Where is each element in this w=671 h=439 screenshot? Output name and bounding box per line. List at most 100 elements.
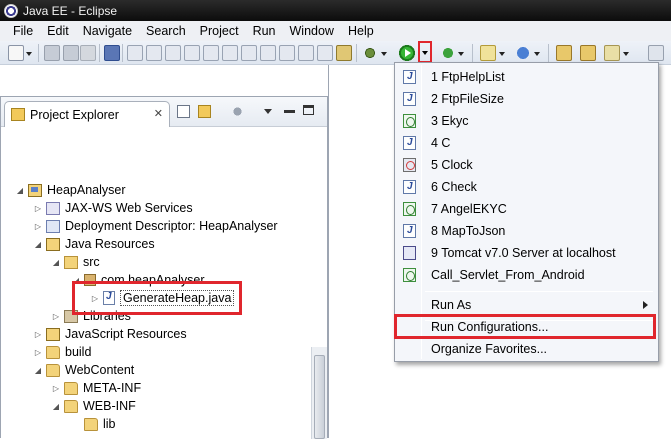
android-app-icon xyxy=(403,202,416,216)
chevron-down-icon[interactable] xyxy=(264,105,273,118)
collapsed-twisty-icon[interactable]: ▷ xyxy=(33,204,43,213)
open-console-icon[interactable] xyxy=(104,45,120,61)
run-icon[interactable] xyxy=(399,45,415,61)
next-annotation-icon[interactable] xyxy=(648,45,664,61)
tree-item-java-resources[interactable]: ◢ Java Resources xyxy=(33,235,155,253)
tree-item-jax-ws[interactable]: ▷ JAX-WS Web Services xyxy=(33,199,193,217)
tree-item-heapanalyser[interactable]: ◢ HeapAnalyser xyxy=(15,181,126,199)
external-tools-icon[interactable] xyxy=(317,45,333,61)
save-icon[interactable] xyxy=(44,45,60,61)
server-icon[interactable] xyxy=(336,45,352,61)
menu-item-angelekyc[interactable]: 7 AngelEKYC xyxy=(397,198,656,220)
close-icon[interactable]: ✕ xyxy=(154,107,163,120)
menu-item-run-as[interactable]: Run As xyxy=(397,294,656,316)
expanded-twisty-icon[interactable]: ◢ xyxy=(33,240,43,249)
vertical-scrollbar[interactable] xyxy=(311,347,327,439)
menu-window[interactable]: Window xyxy=(283,24,341,38)
new-icon[interactable] xyxy=(8,45,24,61)
menu-item-call-servlet-from-android[interactable]: Call_Servlet_From_Android xyxy=(397,264,656,286)
tomcat-server-icon xyxy=(403,246,416,260)
new-class-icon[interactable] xyxy=(515,45,531,61)
debug-icon[interactable] xyxy=(362,45,378,61)
source-folder-icon xyxy=(64,255,78,269)
tree-item-build[interactable]: ▷ build xyxy=(33,343,92,361)
step-over-icon[interactable] xyxy=(241,45,257,61)
new-dropdown-icon[interactable] xyxy=(26,45,33,61)
new-project-dropdown-icon[interactable] xyxy=(499,45,506,61)
menu-item-tomcat-server[interactable]: 9 Tomcat v7.0 Server at localhost xyxy=(397,242,656,264)
coverage-dropdown-icon[interactable] xyxy=(458,45,465,61)
tree-item-webcontent[interactable]: ◢ WebContent xyxy=(33,361,134,379)
folder-icon xyxy=(64,381,78,395)
menu-item-ftpfilesize[interactable]: 2 FtpFileSize xyxy=(397,88,656,110)
menu-separator xyxy=(425,291,653,292)
drop-to-frame-icon[interactable] xyxy=(279,45,295,61)
menu-item-check[interactable]: 6 Check xyxy=(397,176,656,198)
menu-help[interactable]: Help xyxy=(341,24,381,38)
disconnect-icon[interactable] xyxy=(203,45,219,61)
java-app-icon xyxy=(403,224,416,238)
save-all-icon[interactable] xyxy=(63,45,79,61)
collapsed-twisty-icon[interactable]: ▷ xyxy=(51,384,61,393)
menu-item-organize-favorites[interactable]: Organize Favorites... xyxy=(397,338,656,360)
android-app-icon xyxy=(403,268,416,282)
expanded-twisty-icon[interactable]: ◢ xyxy=(51,258,61,267)
tree-item-lib[interactable]: lib xyxy=(71,415,116,433)
java-resources-icon xyxy=(46,237,60,251)
menu-item-clock[interactable]: 5 Clock xyxy=(397,154,656,176)
use-step-filters-icon[interactable] xyxy=(298,45,314,61)
android-app-icon xyxy=(403,114,416,128)
menu-search[interactable]: Search xyxy=(139,24,193,38)
collapsed-twisty-icon[interactable]: ▷ xyxy=(33,348,43,357)
tree-item-javascript-resources[interactable]: ▷ JavaScript Resources xyxy=(33,325,187,343)
run-dropdown-button[interactable] xyxy=(418,41,432,63)
tree-item-meta-inf[interactable]: ▷ META-INF xyxy=(51,379,141,397)
expanded-twisty-icon[interactable]: ◢ xyxy=(51,402,61,411)
menu-run[interactable]: Run xyxy=(246,24,283,38)
menu-item-label: Organize Favorites... xyxy=(431,342,548,356)
collapsed-twisty-icon[interactable]: ▷ xyxy=(33,330,43,339)
menu-item-c[interactable]: 4 C xyxy=(397,132,656,154)
coverage-icon[interactable] xyxy=(440,45,456,61)
skip-breakpoints-icon[interactable] xyxy=(127,45,143,61)
collapse-all-icon[interactable] xyxy=(177,105,190,118)
tree-item-src[interactable]: ◢ src xyxy=(51,253,100,271)
new-java-project-icon[interactable] xyxy=(480,45,496,61)
scrollbar-thumb[interactable] xyxy=(314,355,325,439)
open-task-icon[interactable] xyxy=(580,45,596,61)
menu-item-ftphelplist[interactable]: 1 FtpHelpList xyxy=(397,66,656,88)
debug-dropdown-icon[interactable] xyxy=(381,45,388,61)
toolbar-separator xyxy=(548,44,549,62)
maximize-icon[interactable] xyxy=(303,105,314,115)
link-with-editor-icon[interactable] xyxy=(198,105,211,118)
terminate-icon[interactable] xyxy=(184,45,200,61)
menu-item-maptojson[interactable]: 8 MapToJson xyxy=(397,220,656,242)
step-into-icon[interactable] xyxy=(222,45,238,61)
collapsed-twisty-icon[interactable]: ▷ xyxy=(33,222,43,231)
menu-item-label: 5 Clock xyxy=(431,158,473,172)
tree-item-web-inf[interactable]: ◢ WEB-INF xyxy=(51,397,136,415)
project-explorer-icon xyxy=(11,108,25,121)
menu-item-ekyc[interactable]: 3 Ekyc xyxy=(397,110,656,132)
folder-icon xyxy=(46,363,60,377)
menu-project[interactable]: Project xyxy=(193,24,246,38)
tab-project-explorer[interactable]: Project Explorer ✕ xyxy=(4,101,170,127)
menu-file[interactable]: File xyxy=(6,24,40,38)
suspend-icon[interactable] xyxy=(165,45,181,61)
window-title: Java EE - Eclipse xyxy=(23,3,118,18)
minimize-icon[interactable] xyxy=(284,110,295,113)
print-icon[interactable] xyxy=(80,45,96,61)
view-menu-gear-icon[interactable] xyxy=(231,105,244,118)
collapsed-twisty-icon[interactable]: ▷ xyxy=(51,312,61,321)
new-class-dropdown-icon[interactable] xyxy=(534,45,541,61)
step-return-icon[interactable] xyxy=(260,45,276,61)
open-type-icon[interactable] xyxy=(556,45,572,61)
menu-navigate[interactable]: Navigate xyxy=(76,24,139,38)
expanded-twisty-icon[interactable]: ◢ xyxy=(33,366,43,375)
search-dropdown-icon[interactable] xyxy=(623,45,630,61)
resume-icon[interactable] xyxy=(146,45,162,61)
tree-item-deployment-descriptor[interactable]: ▷ Deployment Descriptor: HeapAnalyser xyxy=(33,217,278,235)
expanded-twisty-icon[interactable]: ◢ xyxy=(15,186,25,195)
menu-edit[interactable]: Edit xyxy=(40,24,76,38)
search-icon[interactable] xyxy=(604,45,620,61)
